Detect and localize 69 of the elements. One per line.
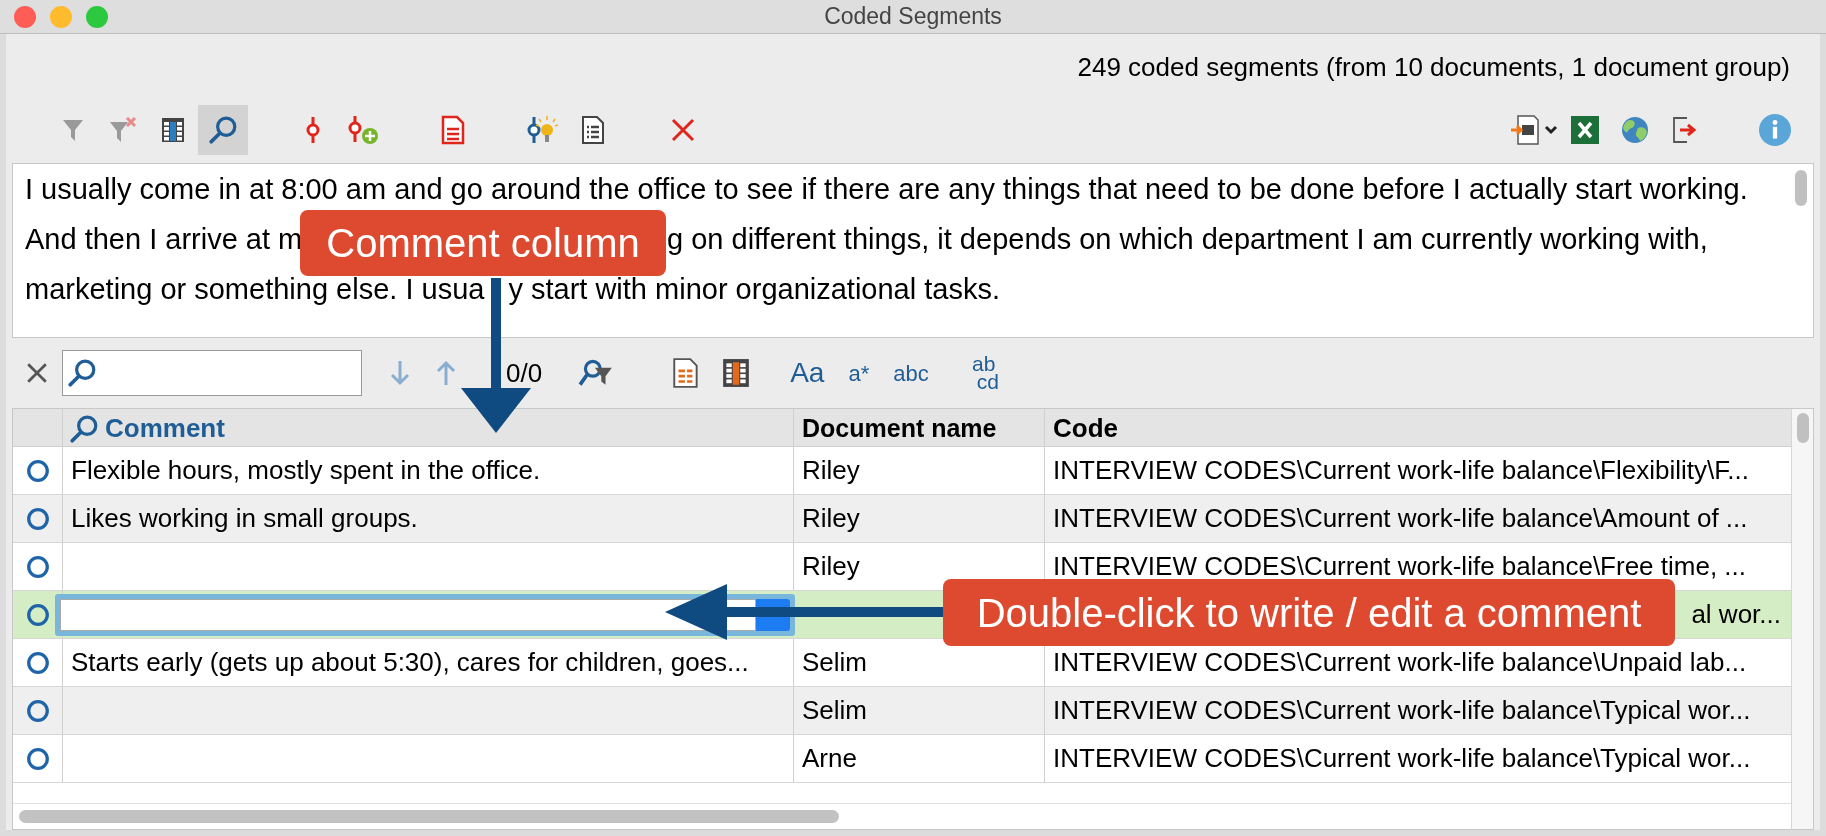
segment-marker-icon[interactable] xyxy=(25,650,50,675)
comment-text: Starts early (gets up about 5:30), cares for children, goes... xyxy=(71,646,749,679)
horizontal-scrollbar[interactable] xyxy=(19,810,839,823)
search-field[interactable] xyxy=(62,350,362,396)
comment-input-field[interactable] xyxy=(55,593,795,636)
table-icon xyxy=(161,117,185,143)
document-name: Riley xyxy=(802,502,860,535)
import-icon xyxy=(1510,114,1560,146)
search-option-button[interactable]: a* xyxy=(848,356,870,390)
table-icon[interactable] xyxy=(722,358,751,388)
table-row[interactable]: Riley INTERVIEW CODES\Current work-life balance\Free time, ... xyxy=(13,543,1791,591)
code-path: INTERVIEW CODES\Current work-life balance\Amount of ... xyxy=(1053,502,1748,535)
search-icon xyxy=(208,115,238,145)
table-row[interactable]: Starts early (gets up about 5:30), cares for children, goes... Selim INTERVIEW CODES\Current work-life balance\Unpaid lab... xyxy=(13,639,1791,687)
column-header[interactable]: Code xyxy=(1053,409,1118,448)
preview-text: g on different things, it depends on which department I am currently working with, xyxy=(667,222,1708,258)
segment-marker-icon[interactable] xyxy=(25,746,50,771)
column-header[interactable]: Comment xyxy=(105,409,225,448)
document-icon[interactable] xyxy=(672,357,701,389)
document-name: Arne xyxy=(802,742,857,775)
filter-icon xyxy=(62,118,84,142)
vertical-scrollbar[interactable] xyxy=(1796,413,1809,443)
callout: Comment column xyxy=(300,210,666,276)
document-name: Riley xyxy=(802,454,860,487)
list-document-icon xyxy=(581,115,605,145)
segment-marker-icon[interactable] xyxy=(25,506,50,531)
table-row[interactable]: Selim INTERVIEW CODES\Current work-life balance\Typical wor... xyxy=(13,687,1791,735)
clear-filter-icon xyxy=(109,117,137,143)
globe-icon xyxy=(1621,116,1649,144)
segment-marker-icon[interactable] xyxy=(25,602,50,627)
info-icon xyxy=(1759,114,1791,146)
export-icon xyxy=(1671,116,1699,144)
comment-text: Likes working in small groups. xyxy=(71,502,418,535)
segment-marker-icon[interactable] xyxy=(25,458,50,483)
scroll-thumb[interactable] xyxy=(1795,170,1807,206)
spreadsheet-icon xyxy=(1571,116,1599,144)
segment-count: 249 coded segments (from 10 documents, 1 document group) xyxy=(1077,50,1790,84)
search-icon xyxy=(69,413,99,444)
table-row[interactable]: Likes working in small groups. Riley INTERVIEW CODES\Current work-life balance\Amount of ... xyxy=(13,495,1791,543)
code-path: INTERVIEW CODES\Current work-life balance\Typical wor... xyxy=(1053,694,1751,727)
segment-marker-icon[interactable] xyxy=(25,554,50,579)
code-path: INTERVIEW CODES\Current work-life balance\Flexibility\F... xyxy=(1053,454,1749,487)
code-bulb-icon xyxy=(526,115,560,145)
table-row[interactable]: Flexible hours, mostly spent in the office. Riley INTERVIEW CODES\Current work-life balance\Flexibility\F... xyxy=(13,447,1791,495)
code-path: INTERVIEW CODES\Current work-life balance\Typical wor... xyxy=(1053,742,1751,775)
window-title: Coded Segments xyxy=(824,2,1002,32)
column-header[interactable]: Document name xyxy=(802,409,997,448)
document-name: Selim xyxy=(802,646,867,679)
document-name: Selim xyxy=(802,694,867,727)
document-icon xyxy=(441,115,465,145)
match-counter: 0/0 xyxy=(506,356,543,390)
search-option-button[interactable]: Aa xyxy=(790,352,825,394)
segment-marker-icon[interactable] xyxy=(25,698,50,723)
toolbar-button[interactable] xyxy=(198,105,248,155)
close-icon[interactable] xyxy=(26,362,48,384)
search-option-button[interactable]: abc xyxy=(893,356,929,390)
callout: Double-click to write / edit a comment xyxy=(943,579,1675,646)
code-path: al wor... xyxy=(1691,598,1781,631)
document-name: Riley xyxy=(802,550,860,583)
replace-button[interactable]: ab cd xyxy=(968,355,999,391)
preview-text: I usually come in at 8:00 am and go around the office to see if there are any things that need to be done before I actually start working. xyxy=(25,172,1748,208)
code-pin-icon xyxy=(305,116,321,144)
search-icon xyxy=(67,358,97,388)
comment-text: Flexible hours, mostly spent in the office. xyxy=(71,454,541,487)
code-path: INTERVIEW CODES\Current work-life balance\Unpaid lab... xyxy=(1053,646,1747,679)
delete-icon xyxy=(670,117,696,143)
preview-text: And then I arrive at m xyxy=(25,223,303,256)
add-code-icon xyxy=(347,115,379,145)
table-row[interactable]: Arne INTERVIEW CODES\Current work-life balance\Typical wor... xyxy=(13,735,1791,783)
